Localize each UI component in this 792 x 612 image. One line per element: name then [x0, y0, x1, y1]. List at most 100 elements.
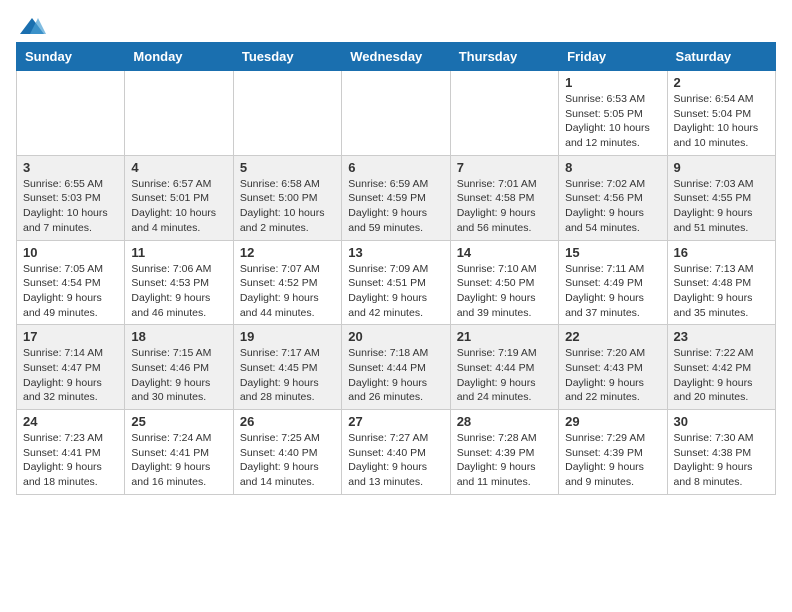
calendar-cell: 4Sunrise: 6:57 AM Sunset: 5:01 PM Daylig… — [125, 155, 233, 240]
day-info: Sunrise: 7:19 AM Sunset: 4:44 PM Dayligh… — [457, 346, 552, 405]
day-info: Sunrise: 7:29 AM Sunset: 4:39 PM Dayligh… — [565, 431, 660, 490]
calendar-cell: 2 Sunrise: 6:54 AM Sunset: 5:04 PM Daylig… — [667, 71, 775, 156]
day-number: 8 — [565, 160, 660, 175]
calendar-week-3: 17Sunrise: 7:14 AM Sunset: 4:47 PM Dayli… — [17, 325, 776, 410]
calendar-cell: 16 Sunrise: 7:13 AM Sunset: 4:48 PM Dayli… — [667, 240, 775, 325]
calendar-cell: 7 Sunrise: 7:01 AM Sunset: 4:58 PM Daylig… — [450, 155, 558, 240]
calendar-cell: 27 Sunrise: 7:27 AM Sunset: 4:40 PM Dayli… — [342, 410, 450, 495]
calendar-cell: 10Sunrise: 7:05 AM Sunset: 4:54 PM Dayli… — [17, 240, 125, 325]
day-number: 16 — [674, 245, 769, 260]
day-number: 5 — [240, 160, 335, 175]
day-number: 2 — [674, 75, 769, 90]
day-info: Sunrise: 7:14 AM Sunset: 4:47 PM Dayligh… — [23, 346, 118, 405]
calendar-cell: 23 Sunrise: 7:22 AM Sunset: 4:42 PM Dayli… — [667, 325, 775, 410]
calendar-cell: 6 Sunrise: 6:59 AM Sunset: 4:59 PM Daylig… — [342, 155, 450, 240]
calendar-cell: 14Sunrise: 7:10 AM Sunset: 4:50 PM Dayli… — [450, 240, 558, 325]
calendar-cell — [342, 71, 450, 156]
day-number: 18 — [131, 329, 226, 344]
day-info: Sunrise: 7:27 AM Sunset: 4:40 PM Dayligh… — [348, 431, 443, 490]
day-info: Sunrise: 7:07 AM Sunset: 4:52 PM Dayligh… — [240, 262, 335, 321]
day-number: 27 — [348, 414, 443, 429]
day-number: 28 — [457, 414, 552, 429]
calendar-header-wednesday: Wednesday — [342, 43, 450, 71]
calendar-cell — [17, 71, 125, 156]
day-number: 7 — [457, 160, 552, 175]
day-number: 24 — [23, 414, 118, 429]
day-number: 13 — [348, 245, 443, 260]
calendar-header-row: SundayMondayTuesdayWednesdayThursdayFrid… — [17, 43, 776, 71]
calendar-header-saturday: Saturday — [667, 43, 775, 71]
day-number: 15 — [565, 245, 660, 260]
day-number: 21 — [457, 329, 552, 344]
calendar-week-2: 10Sunrise: 7:05 AM Sunset: 4:54 PM Dayli… — [17, 240, 776, 325]
day-number: 30 — [674, 414, 769, 429]
day-number: 23 — [674, 329, 769, 344]
page-header — [16, 16, 776, 34]
calendar-cell: 11 Sunrise: 7:06 AM Sunset: 4:53 PM Dayli… — [125, 240, 233, 325]
day-info: Sunrise: 7:18 AM Sunset: 4:44 PM Dayligh… — [348, 346, 443, 405]
calendar-cell: 1 Sunrise: 6:53 AM Sunset: 5:05 PM Daylig… — [559, 71, 667, 156]
day-info: Sunrise: 7:15 AM Sunset: 4:46 PM Dayligh… — [131, 346, 226, 405]
calendar-week-1: 3Sunrise: 6:55 AM Sunset: 5:03 PM Daylig… — [17, 155, 776, 240]
calendar-cell: 9 Sunrise: 7:03 AM Sunset: 4:55 PM Daylig… — [667, 155, 775, 240]
day-info: Sunrise: 7:06 AM Sunset: 4:53 PM Dayligh… — [131, 262, 226, 321]
day-info: Sunrise: 6:54 AM Sunset: 5:04 PM Dayligh… — [674, 92, 769, 151]
calendar-cell: 13 Sunrise: 7:09 AM Sunset: 4:51 PM Dayli… — [342, 240, 450, 325]
day-number: 25 — [131, 414, 226, 429]
calendar-cell — [450, 71, 558, 156]
day-info: Sunrise: 7:01 AM Sunset: 4:58 PM Dayligh… — [457, 177, 552, 236]
calendar-cell: 25 Sunrise: 7:24 AM Sunset: 4:41 PM Dayli… — [125, 410, 233, 495]
day-number: 19 — [240, 329, 335, 344]
day-info: Sunrise: 6:59 AM Sunset: 4:59 PM Dayligh… — [348, 177, 443, 236]
day-info: Sunrise: 7:02 AM Sunset: 4:56 PM Dayligh… — [565, 177, 660, 236]
calendar-week-4: 24Sunrise: 7:23 AM Sunset: 4:41 PM Dayli… — [17, 410, 776, 495]
calendar-cell: 26Sunrise: 7:25 AM Sunset: 4:40 PM Dayli… — [233, 410, 341, 495]
day-info: Sunrise: 7:13 AM Sunset: 4:48 PM Dayligh… — [674, 262, 769, 321]
calendar-week-0: 1 Sunrise: 6:53 AM Sunset: 5:05 PM Daylig… — [17, 71, 776, 156]
calendar-cell: 19 Sunrise: 7:17 AM Sunset: 4:45 PM Dayli… — [233, 325, 341, 410]
calendar-header-sunday: Sunday — [17, 43, 125, 71]
day-info: Sunrise: 7:17 AM Sunset: 4:45 PM Dayligh… — [240, 346, 335, 405]
day-number: 12 — [240, 245, 335, 260]
calendar-cell: 12 Sunrise: 7:07 AM Sunset: 4:52 PM Dayli… — [233, 240, 341, 325]
calendar-cell: 22 Sunrise: 7:20 AM Sunset: 4:43 PM Dayli… — [559, 325, 667, 410]
calendar-cell: 3Sunrise: 6:55 AM Sunset: 5:03 PM Daylig… — [17, 155, 125, 240]
calendar-cell: 20 Sunrise: 7:18 AM Sunset: 4:44 PM Dayli… — [342, 325, 450, 410]
day-number: 26 — [240, 414, 335, 429]
day-info: Sunrise: 6:53 AM Sunset: 5:05 PM Dayligh… — [565, 92, 660, 151]
calendar-cell: 30 Sunrise: 7:30 AM Sunset: 4:38 PM Dayli… — [667, 410, 775, 495]
calendar-cell: 15Sunrise: 7:11 AM Sunset: 4:49 PM Dayli… — [559, 240, 667, 325]
logo — [16, 16, 46, 34]
day-number: 29 — [565, 414, 660, 429]
day-number: 22 — [565, 329, 660, 344]
calendar-cell — [125, 71, 233, 156]
calendar-cell: 17Sunrise: 7:14 AM Sunset: 4:47 PM Dayli… — [17, 325, 125, 410]
calendar-cell: 24Sunrise: 7:23 AM Sunset: 4:41 PM Dayli… — [17, 410, 125, 495]
day-number: 11 — [131, 245, 226, 260]
day-info: Sunrise: 7:28 AM Sunset: 4:39 PM Dayligh… — [457, 431, 552, 490]
day-number: 3 — [23, 160, 118, 175]
day-number: 20 — [348, 329, 443, 344]
day-info: Sunrise: 7:20 AM Sunset: 4:43 PM Dayligh… — [565, 346, 660, 405]
day-info: Sunrise: 6:58 AM Sunset: 5:00 PM Dayligh… — [240, 177, 335, 236]
calendar-cell: 28 Sunrise: 7:28 AM Sunset: 4:39 PM Dayli… — [450, 410, 558, 495]
day-number: 1 — [565, 75, 660, 90]
day-number: 10 — [23, 245, 118, 260]
day-info: Sunrise: 7:03 AM Sunset: 4:55 PM Dayligh… — [674, 177, 769, 236]
calendar-cell: 8 Sunrise: 7:02 AM Sunset: 4:56 PM Daylig… — [559, 155, 667, 240]
calendar-cell: 18 Sunrise: 7:15 AM Sunset: 4:46 PM Dayli… — [125, 325, 233, 410]
calendar-header-monday: Monday — [125, 43, 233, 71]
day-number: 9 — [674, 160, 769, 175]
day-info: Sunrise: 7:24 AM Sunset: 4:41 PM Dayligh… — [131, 431, 226, 490]
day-info: Sunrise: 6:57 AM Sunset: 5:01 PM Dayligh… — [131, 177, 226, 236]
logo-icon — [18, 16, 46, 38]
calendar-cell: 5 Sunrise: 6:58 AM Sunset: 5:00 PM Daylig… — [233, 155, 341, 240]
day-info: Sunrise: 7:22 AM Sunset: 4:42 PM Dayligh… — [674, 346, 769, 405]
day-info: Sunrise: 7:30 AM Sunset: 4:38 PM Dayligh… — [674, 431, 769, 490]
calendar-table: SundayMondayTuesdayWednesdayThursdayFrid… — [16, 42, 776, 495]
calendar-header-friday: Friday — [559, 43, 667, 71]
day-number: 6 — [348, 160, 443, 175]
calendar-header-thursday: Thursday — [450, 43, 558, 71]
day-info: Sunrise: 7:10 AM Sunset: 4:50 PM Dayligh… — [457, 262, 552, 321]
day-info: Sunrise: 7:09 AM Sunset: 4:51 PM Dayligh… — [348, 262, 443, 321]
